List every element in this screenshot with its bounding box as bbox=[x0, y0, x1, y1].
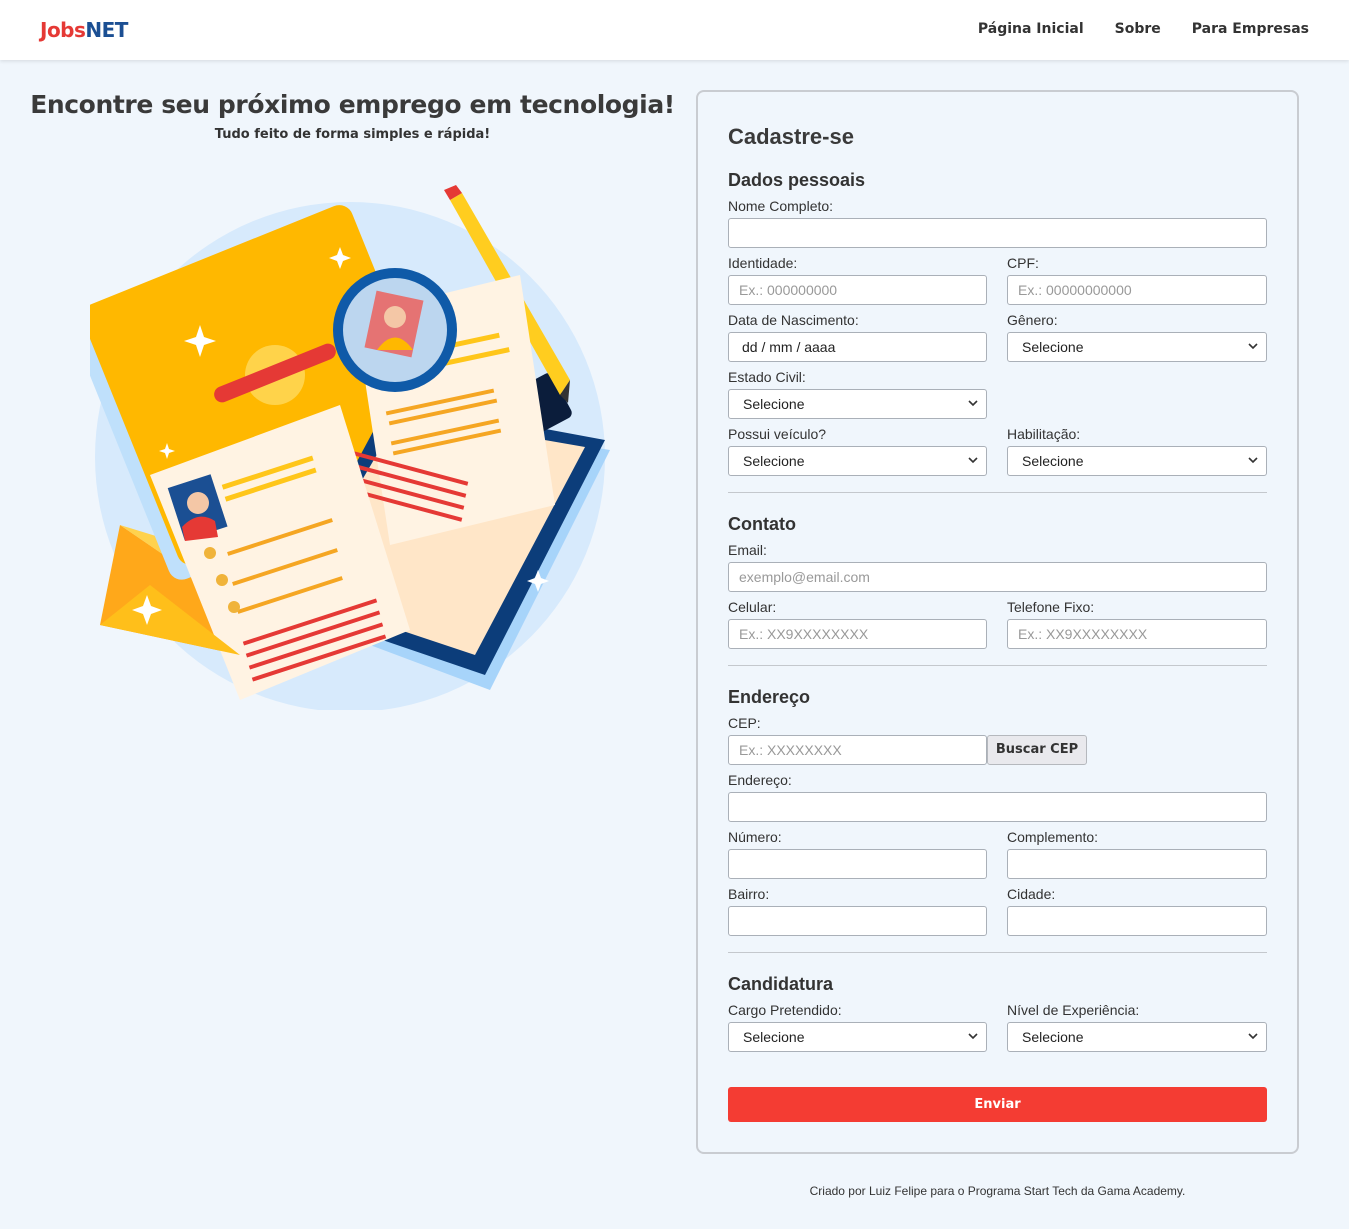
section-address-title: Endereço bbox=[728, 687, 811, 707]
veiculo-select[interactable]: Selecione bbox=[728, 446, 987, 476]
endereco-label: Endereço: bbox=[728, 772, 792, 788]
cpf-input[interactable]: Ex.: 00000000000 bbox=[1007, 275, 1267, 305]
form-title: Cadastre-se bbox=[728, 124, 854, 149]
section-personal-title: Dados pessoais bbox=[728, 170, 866, 190]
celular-input[interactable]: Ex.: XX9XXXXXXXX bbox=[728, 619, 987, 649]
habilitacao-label: Habilitação: bbox=[1007, 426, 1081, 442]
nome-label: Nome Completo: bbox=[728, 198, 834, 214]
nivel-select[interactable]: Selecione bbox=[1007, 1022, 1267, 1052]
numero-input[interactable] bbox=[728, 849, 987, 879]
veiculo-select-value: Selecione bbox=[743, 453, 805, 469]
estado-civil-label: Estado Civil: bbox=[728, 369, 806, 385]
genero-select[interactable]: Selecione bbox=[1007, 332, 1267, 362]
cep-label: CEP: bbox=[728, 715, 761, 731]
cidade-label: Cidade: bbox=[1007, 886, 1056, 902]
email-input[interactable]: exemplo@email.com bbox=[728, 562, 1267, 592]
chevron-down-icon bbox=[1248, 1033, 1258, 1040]
chevron-down-icon bbox=[1248, 457, 1258, 464]
chevron-down-icon bbox=[968, 400, 978, 407]
nav-link-about[interactable]: Sobre bbox=[1115, 21, 1161, 37]
nav-link-home[interactable]: Página Inicial bbox=[978, 21, 1084, 37]
section-divider bbox=[728, 665, 1267, 666]
estado-civil-select-value: Selecione bbox=[743, 396, 805, 412]
veiculo-label: Possui veículo? bbox=[728, 426, 827, 442]
nivel-label: Nível de Experiência: bbox=[1007, 1002, 1140, 1018]
habilitacao-select-value: Selecione bbox=[1022, 453, 1084, 469]
nome-input[interactable] bbox=[728, 218, 1267, 248]
genero-label: Gênero: bbox=[1007, 312, 1058, 328]
cep-input[interactable]: Ex.: XXXXXXXX bbox=[728, 735, 987, 765]
section-divider bbox=[728, 952, 1267, 953]
buscar-cep-button[interactable]: Buscar CEP bbox=[987, 735, 1087, 765]
logo-net: NET bbox=[85, 18, 128, 42]
telefone-fixo-input[interactable]: Ex.: XX9XXXXXXXX bbox=[1007, 619, 1267, 649]
section-contact-title: Contato bbox=[728, 514, 796, 534]
section-application-title: Candidatura bbox=[728, 974, 834, 994]
complemento-label: Complemento: bbox=[1007, 829, 1099, 845]
complemento-input[interactable] bbox=[1007, 849, 1267, 879]
numero-label: Número: bbox=[728, 829, 782, 845]
identidade-input[interactable]: Ex.: 000000000 bbox=[728, 275, 987, 305]
top-navbar: JobsNET Página Inicial Sobre Para Empres… bbox=[0, 0, 1349, 60]
email-label: Email: bbox=[728, 542, 767, 558]
cargo-label: Cargo Pretendido: bbox=[728, 1002, 842, 1018]
submit-button[interactable]: Enviar bbox=[728, 1087, 1267, 1122]
chevron-down-icon bbox=[968, 1033, 978, 1040]
nav-link-companies[interactable]: Para Empresas bbox=[1192, 21, 1309, 37]
signup-form-card: Cadastre-se Dados pessoais Nome Completo… bbox=[696, 90, 1299, 1154]
nav-menu: Página Inicial Sobre Para Empresas bbox=[978, 21, 1309, 37]
estado-civil-select[interactable]: Selecione bbox=[728, 389, 987, 419]
bairro-input[interactable] bbox=[728, 906, 987, 936]
identidade-label: Identidade: bbox=[728, 255, 798, 271]
endereco-input[interactable] bbox=[728, 792, 1267, 822]
footer-credit: Criado por Luiz Felipe para o Programa S… bbox=[809, 1184, 1186, 1198]
resume-search-illustration bbox=[90, 185, 610, 710]
cargo-select-value: Selecione bbox=[743, 1029, 805, 1045]
chevron-down-icon bbox=[968, 457, 978, 464]
nivel-select-value: Selecione bbox=[1022, 1029, 1084, 1045]
bairro-label: Bairro: bbox=[728, 886, 770, 902]
chevron-down-icon bbox=[1248, 343, 1258, 350]
cidade-input[interactable] bbox=[1007, 906, 1267, 936]
nascimento-label: Data de Nascimento: bbox=[728, 312, 859, 328]
genero-select-value: Selecione bbox=[1022, 339, 1084, 355]
cargo-select[interactable]: Selecione bbox=[728, 1022, 987, 1052]
logo-jobs: Jobs bbox=[40, 18, 86, 42]
telefone-fixo-label: Telefone Fixo: bbox=[1007, 599, 1095, 615]
habilitacao-select[interactable]: Selecione bbox=[1007, 446, 1267, 476]
nascimento-date-input[interactable]: dd / mm / aaaa bbox=[728, 332, 987, 362]
hero-subtitle: Tudo feito de forma simples e rápida! bbox=[214, 127, 491, 142]
logo[interactable]: JobsNET bbox=[40, 18, 128, 42]
celular-label: Celular: bbox=[728, 599, 777, 615]
cpf-label: CPF: bbox=[1007, 255, 1039, 271]
hero-title: Encontre seu próximo emprego em tecnolog… bbox=[30, 90, 675, 119]
section-divider bbox=[728, 492, 1267, 493]
